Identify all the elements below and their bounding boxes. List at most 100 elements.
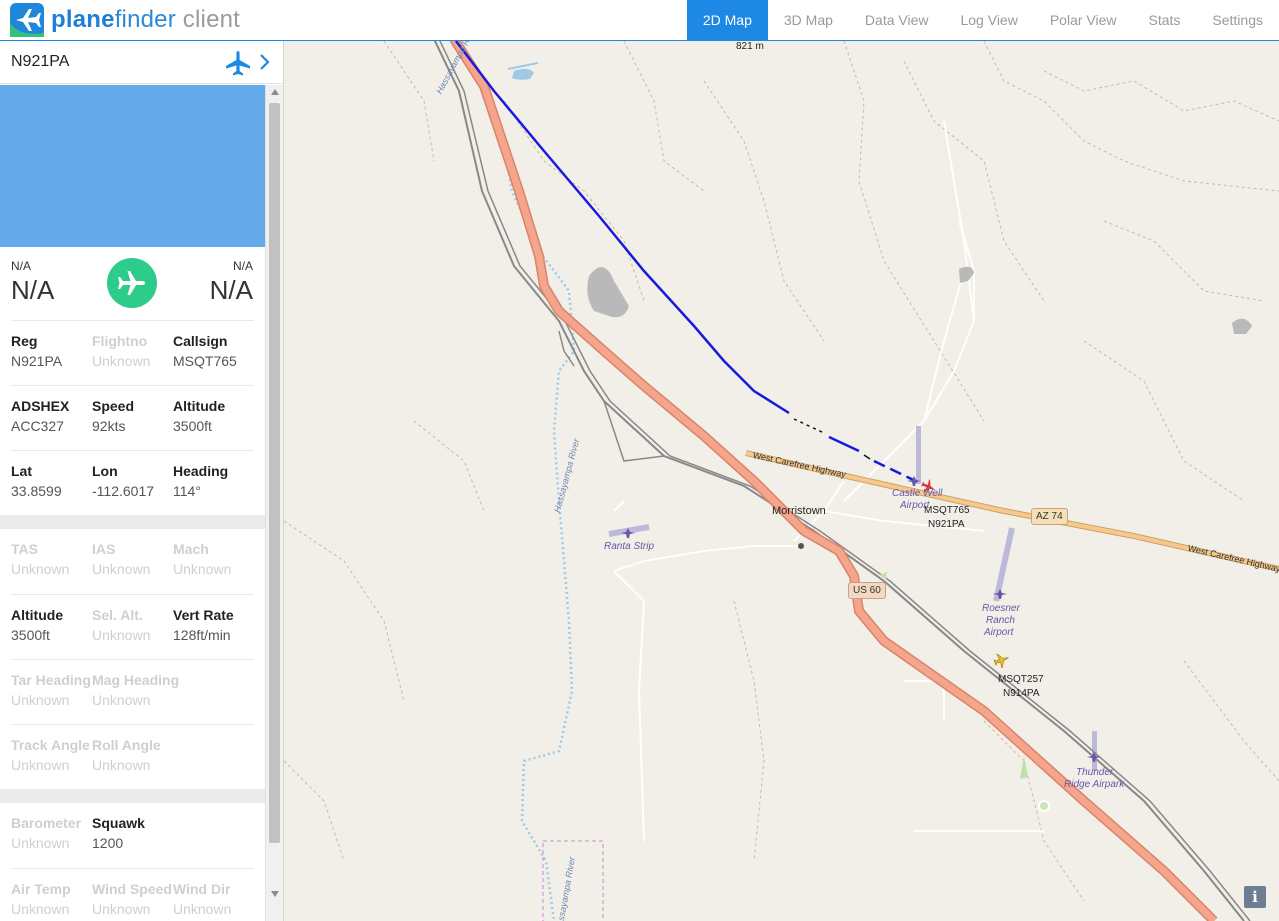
tab-settings[interactable]: Settings (1196, 0, 1279, 41)
field-roll-angle: Roll Angle Unknown (92, 737, 173, 789)
field-value: 128ft/min (173, 627, 231, 643)
field-label: Roll Angle (92, 737, 161, 753)
field-label: Lon (92, 463, 118, 479)
field-label: Squawk (92, 815, 145, 831)
map-view[interactable]: 821 m Morristown West Carefree Highway W… (284, 41, 1279, 921)
field-mag-heading: Mag Heading Unknown (92, 672, 179, 724)
field-value: ACC327 (11, 418, 64, 434)
field-label: Lat (11, 463, 32, 479)
aircraft-reg-label[interactable]: N914PA (1003, 688, 1040, 700)
flight-track-gap (863, 454, 871, 460)
info-row: Barometer Unknown Squawk 1200 (11, 803, 254, 868)
field-ias: IAS Unknown (92, 541, 173, 594)
urban-area (959, 266, 974, 283)
scroll-down-arrow-icon[interactable] (271, 891, 279, 897)
tab-polar-view[interactable]: Polar View (1034, 0, 1133, 41)
field-label: TAS (11, 541, 38, 557)
panel-scrollbar[interactable] (265, 85, 283, 921)
field-value: 33.8599 (11, 483, 62, 499)
destination-code: N/A (232, 259, 253, 273)
field-label: Tar Heading (11, 672, 91, 688)
app-root: planefinder client 2D Map 3D Map Data View… (0, 0, 1279, 921)
field-speed: Speed 92kts (92, 398, 173, 450)
chevron-right-icon[interactable] (259, 52, 271, 72)
field-value: Unknown (11, 835, 70, 851)
field-callsign: Callsign MSQT765 (173, 333, 254, 385)
water-stream (507, 62, 539, 70)
field-track-angle: Track Angle Unknown (11, 737, 92, 789)
panel-content: N/A N/A N/A N/A Reg N921PA Flightno Unknown… (0, 247, 265, 921)
field-label: Heading (173, 463, 229, 479)
urban-area (1232, 318, 1252, 334)
field-value: -112.6017 (92, 483, 155, 499)
field-label: Barometer (11, 815, 82, 831)
field-value: Unknown (11, 692, 70, 708)
panel-header: N921PA (0, 41, 283, 84)
scroll-thumb[interactable] (269, 103, 280, 843)
info-row: ADSHEX ACC327 Speed 92kts Altitude 3500ft (11, 385, 254, 450)
shield-us60: US 60 (848, 582, 886, 599)
field-value: Unknown (11, 561, 70, 577)
field-label: Wind Dir (173, 881, 231, 897)
tab-log-view[interactable]: Log View (944, 0, 1033, 41)
field-wind-dir: Wind Dir Unknown (173, 881, 254, 921)
field-value: 3500ft (11, 627, 50, 643)
field-tas: TAS Unknown (11, 541, 92, 594)
field-label: Sel. Alt. (92, 607, 143, 623)
logo[interactable]: planefinder client (10, 3, 240, 37)
route-plane-badge (107, 258, 157, 308)
tab-2d-map[interactable]: 2D Map (686, 0, 768, 41)
top-bar: planefinder client 2D Map 3D Map Data View… (0, 0, 1279, 41)
field-label: Flightno (92, 333, 148, 349)
runway (916, 426, 921, 484)
scroll-up-arrow-icon[interactable] (271, 89, 279, 95)
flight-track-gap (793, 418, 825, 434)
tab-stats[interactable]: Stats (1133, 0, 1197, 41)
tab-data-view[interactable]: Data View (849, 0, 945, 41)
info-row: TAS Unknown IAS Unknown Mach Unknown (11, 529, 254, 594)
aircraft-callsign-label[interactable]: MSQT257 (998, 674, 1044, 686)
railway-station (798, 543, 804, 549)
field-label: Mach (173, 541, 209, 557)
field-value: N921PA (11, 353, 63, 369)
field-barometer: Barometer Unknown (11, 815, 92, 868)
aircraft-callsign-label[interactable]: MSQT765 (924, 505, 970, 517)
airport-roesner-3: Airport (984, 627, 1014, 638)
info-row: Track Angle Unknown Roll Angle Unknown (11, 724, 254, 789)
field-value: Unknown (92, 757, 151, 773)
flight-track (455, 41, 790, 415)
tab-3d-map[interactable]: 3D Map (768, 0, 849, 41)
field-heading: Heading 114° (173, 463, 254, 515)
origin-name: N/A (11, 275, 55, 305)
origin-code: N/A (11, 259, 32, 273)
aircraft-reg-label[interactable]: N921PA (928, 519, 965, 531)
field-value: 1200 (92, 835, 124, 851)
aircraft-marker-msqt257[interactable] (993, 651, 1011, 669)
airplane-icon[interactable] (224, 49, 252, 77)
field-wind-speed: Wind Speed Unknown (92, 881, 173, 921)
field-label: Air Temp (11, 881, 71, 897)
airport-thunder-ridge-1: Thunder (1076, 767, 1114, 778)
panel-title: N921PA (11, 53, 70, 70)
field-value: Unknown (92, 692, 151, 708)
field-value: 3500ft (173, 418, 212, 434)
urban-area (587, 267, 629, 318)
map-info-button[interactable]: i (1244, 886, 1266, 908)
section-divider (0, 515, 265, 529)
field-squawk: Squawk 1200 (92, 815, 173, 868)
info-row: Lat 33.8599 Lon -112.6017 Heading 114° (11, 450, 254, 515)
field-label: Wind Speed (92, 881, 172, 897)
runway (993, 527, 1015, 602)
field-label: ADSHEX (11, 398, 70, 414)
field-label: Speed (92, 398, 135, 414)
water-body (512, 68, 534, 80)
airport-ranta-strip: Ranta Strip (604, 541, 655, 552)
field-sel-alt-: Sel. Alt. Unknown (92, 607, 173, 659)
field-value: Unknown (11, 757, 70, 773)
field-value: Unknown (92, 627, 151, 643)
field-value: Unknown (173, 901, 232, 917)
field-value: 114° (173, 483, 201, 499)
field-label: Vert Rate (173, 607, 234, 623)
info-groups: Reg N921PA Flightno Unknown Callsign MSQT765 A… (0, 320, 265, 921)
map-canvas[interactable] (284, 41, 1279, 921)
